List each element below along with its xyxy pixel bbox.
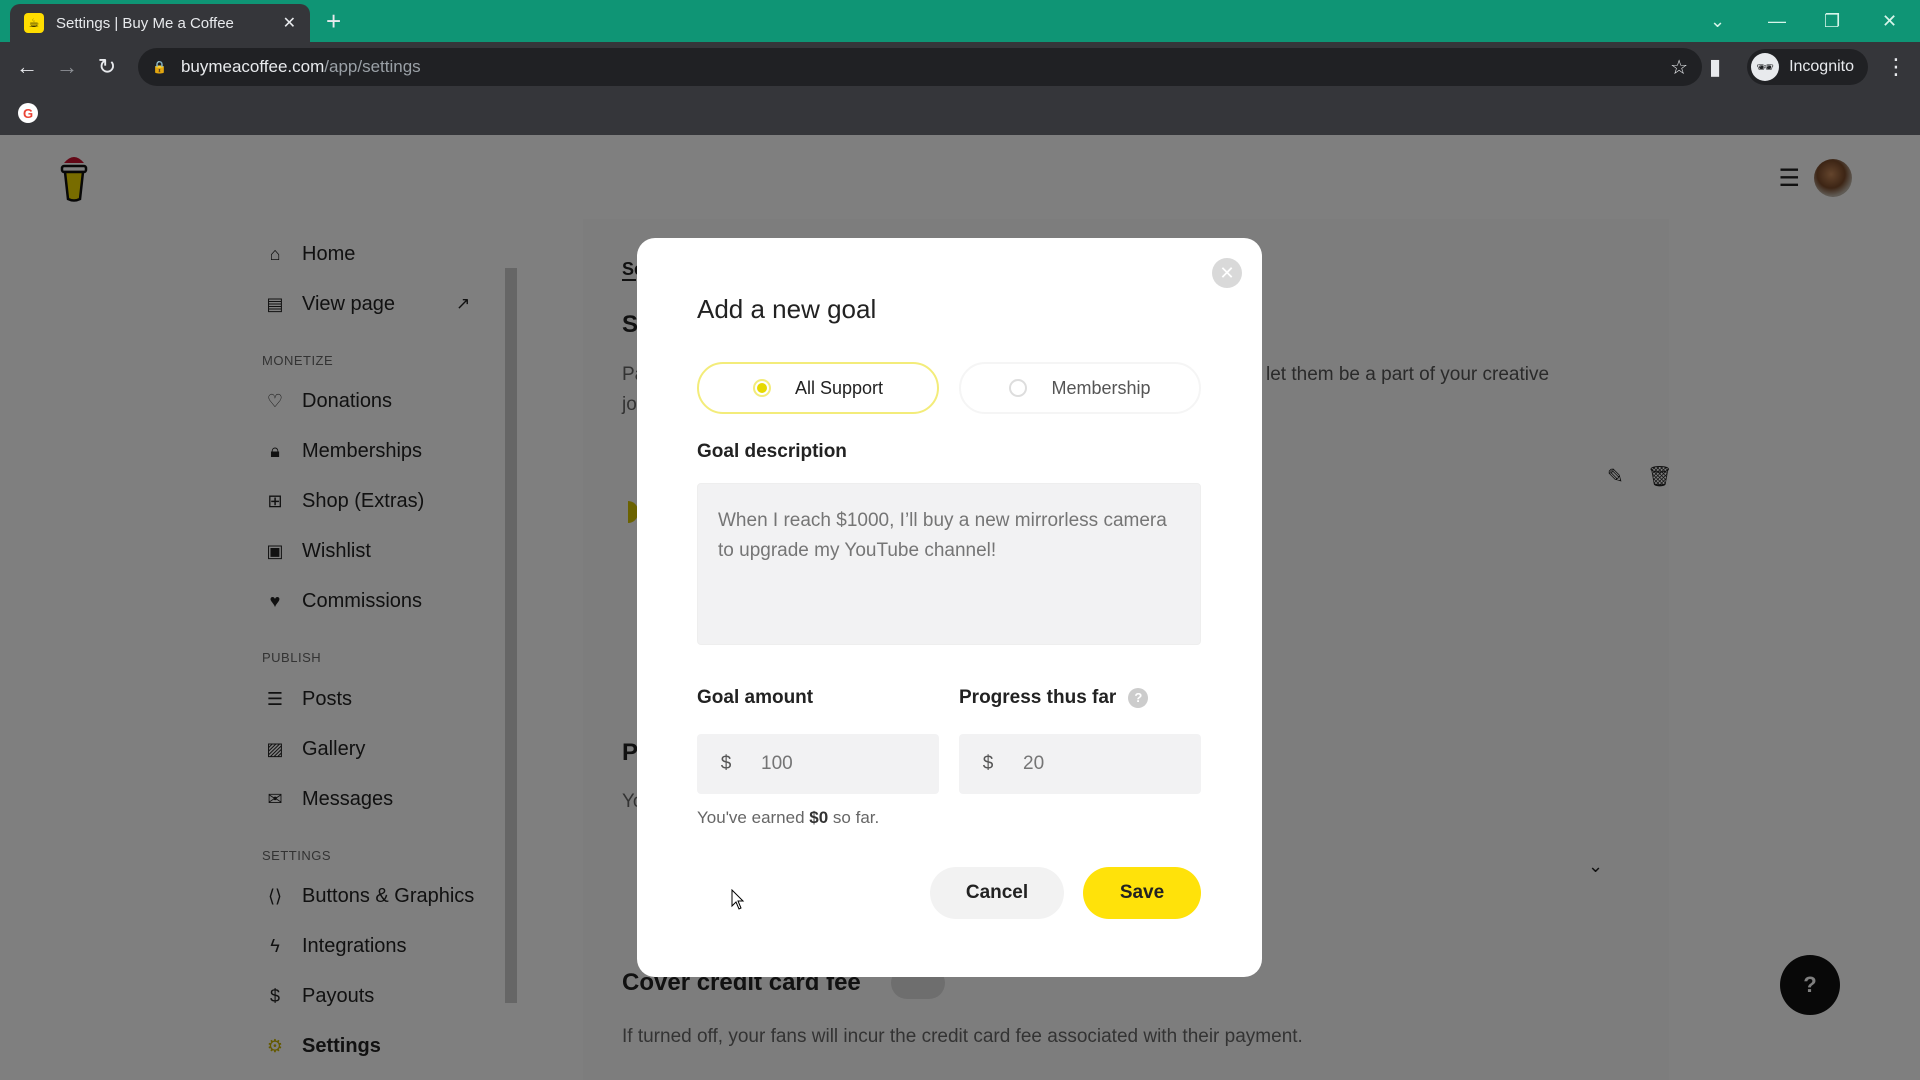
- goal-description-input[interactable]: [697, 483, 1201, 645]
- lock-icon: 🔒: [152, 60, 167, 74]
- url-path: /app/settings: [324, 57, 421, 76]
- bmc-favicon-icon: ☕: [24, 13, 44, 33]
- tab-title: Settings | Buy Me a Coffee: [56, 14, 234, 32]
- progress-input[interactable]: [1017, 753, 1167, 775]
- google-bookmark-icon[interactable]: G: [18, 103, 38, 123]
- close-tab-icon[interactable]: ✕: [283, 13, 296, 33]
- close-window-button[interactable]: ✕: [1882, 0, 1897, 42]
- forward-icon[interactable]: →: [47, 54, 87, 80]
- sidepanel-icon[interactable]: ▮: [1695, 54, 1735, 80]
- goal-amount-input[interactable]: [755, 753, 905, 775]
- bookmark-star-icon[interactable]: ☆: [1670, 55, 1688, 80]
- address-bar[interactable]: 🔒 buymeacoffee.com/app/settings ☆: [138, 48, 1702, 86]
- radio-selected-icon: [752, 379, 771, 397]
- reload-icon[interactable]: ↻: [87, 54, 127, 80]
- goal-amount-field[interactable]: $: [697, 734, 939, 794]
- incognito-icon: 🕶: [1751, 53, 1780, 81]
- save-button[interactable]: Save: [1083, 867, 1201, 919]
- goal-amount-label: Goal amount: [697, 687, 814, 708]
- earned-amount: $0: [809, 808, 829, 827]
- add-goal-modal: ✕ Add a new goal All Support Membership …: [637, 238, 1262, 977]
- goal-description-label: Goal description: [697, 441, 847, 462]
- progress-field[interactable]: $: [959, 734, 1201, 794]
- incognito-badge[interactable]: 🕶 Incognito: [1747, 49, 1868, 85]
- url-domain: buymeacoffee.com: [180, 57, 325, 76]
- minimize-button[interactable]: —: [1768, 0, 1786, 42]
- back-icon[interactable]: ←: [7, 54, 47, 80]
- option-membership[interactable]: Membership: [959, 362, 1201, 414]
- browser-toolbar: ← → ↻ 🔒 buymeacoffee.com/app/settings ☆ …: [0, 42, 1920, 92]
- browser-tab-strip: ☕ Settings | Buy Me a Coffee ✕ + ⌄ — ❐ ✕: [0, 0, 1920, 42]
- bookmarks-bar: G: [0, 92, 1920, 135]
- new-tab-button[interactable]: +: [326, 6, 341, 36]
- earned-so-far-text: You've earned $0 so far.: [697, 808, 880, 827]
- restore-button[interactable]: ❐: [1824, 0, 1840, 42]
- browser-menu-icon[interactable]: ⋮: [1876, 54, 1916, 80]
- currency-symbol: $: [982, 753, 994, 774]
- browser-tab[interactable]: ☕ Settings | Buy Me a Coffee ✕: [10, 4, 310, 42]
- radio-empty-icon: [1009, 379, 1028, 397]
- close-modal-icon[interactable]: ✕: [1212, 258, 1242, 288]
- progress-label: Progress thus far?: [959, 687, 1149, 709]
- option-all-support[interactable]: All Support: [697, 362, 939, 414]
- cancel-button[interactable]: Cancel: [930, 867, 1064, 919]
- help-icon[interactable]: ?: [1128, 687, 1149, 708]
- tab-search-icon[interactable]: ⌄: [1710, 0, 1725, 42]
- modal-title: Add a new goal: [697, 294, 877, 324]
- incognito-label: Incognito: [1789, 58, 1854, 75]
- mouse-cursor-icon: [731, 889, 745, 910]
- currency-symbol: $: [720, 753, 732, 774]
